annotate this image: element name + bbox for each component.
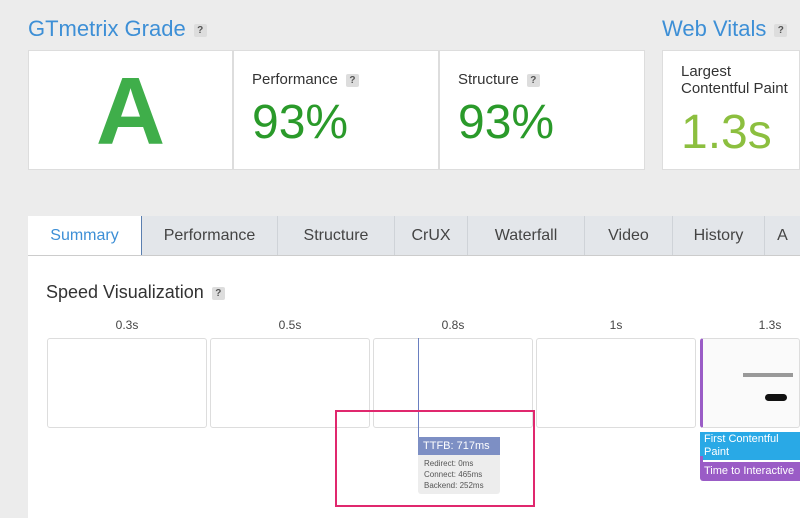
tab-waterfall[interactable]: Waterfall [468,216,585,255]
time-label: 0.8s [441,318,465,332]
time-label: 0.5s [278,318,302,332]
structure-value: 93% [458,96,555,149]
time-label: 1s [609,318,623,332]
lcp-card: Largest Contentful Paint 1.3s [662,50,800,170]
structure-label: Structure [458,71,519,88]
lcp-value: 1.3s [681,106,772,159]
ttfb-redirect: Redirect: 0ms [424,459,474,468]
screenshot-button [765,394,787,401]
grade-letter: A [95,58,166,165]
lcp-label: Largest Contentful Paint [681,63,788,97]
filmstrip-frame[interactable] [47,338,207,428]
filmstrip-frame[interactable] [536,338,696,428]
ttfb-connect: Connect: 465ms [424,470,483,479]
speed-title: Speed Visualization [46,282,204,302]
grade-heading: GTmetrix Grade? [28,16,207,42]
help-icon[interactable]: ? [526,73,540,87]
tab-bar: Summary Performance Structure CrUX Water… [28,216,800,256]
performance-card: Performance? 93% [233,50,439,170]
tab-structure[interactable]: Structure [278,216,395,255]
help-icon[interactable]: ? [345,73,359,87]
tab-video[interactable]: Video [585,216,673,255]
vitals-heading: Web Vitals? [662,16,788,42]
vitals-title: Web Vitals [662,16,767,41]
ttfb-title: TTFB: 717ms [418,437,500,455]
performance-label: Performance [252,71,338,88]
grade-card: A [28,50,233,170]
help-icon[interactable]: ? [193,23,207,37]
ttfb-backend: Backend: 252ms [424,481,484,490]
tab-summary[interactable]: Summary [28,216,142,255]
tti-connector [700,456,703,462]
tab-more[interactable]: A [765,216,800,255]
tab-history[interactable]: History [673,216,765,255]
structure-card: Structure? 93% [439,50,645,170]
tti-marker: Time to Interactive [700,462,800,481]
help-icon[interactable]: ? [774,23,788,37]
fcp-marker: First Contentful Paint [700,432,800,460]
tab-performance[interactable]: Performance [142,216,278,255]
filmstrip-frame-screenshot[interactable] [700,338,800,428]
screenshot-text [743,373,793,377]
grade-title: GTmetrix Grade [28,16,186,41]
speed-heading: Speed Visualization? [46,282,225,303]
performance-value: 93% [252,96,349,149]
help-icon[interactable]: ? [211,286,225,300]
time-label: 0.3s [115,318,139,332]
ttfb-tooltip: TTFB: 717ms Redirect: 0ms Connect: 465ms… [418,437,500,494]
tab-crux[interactable]: CrUX [395,216,468,255]
time-label: 1.3s [758,318,782,332]
